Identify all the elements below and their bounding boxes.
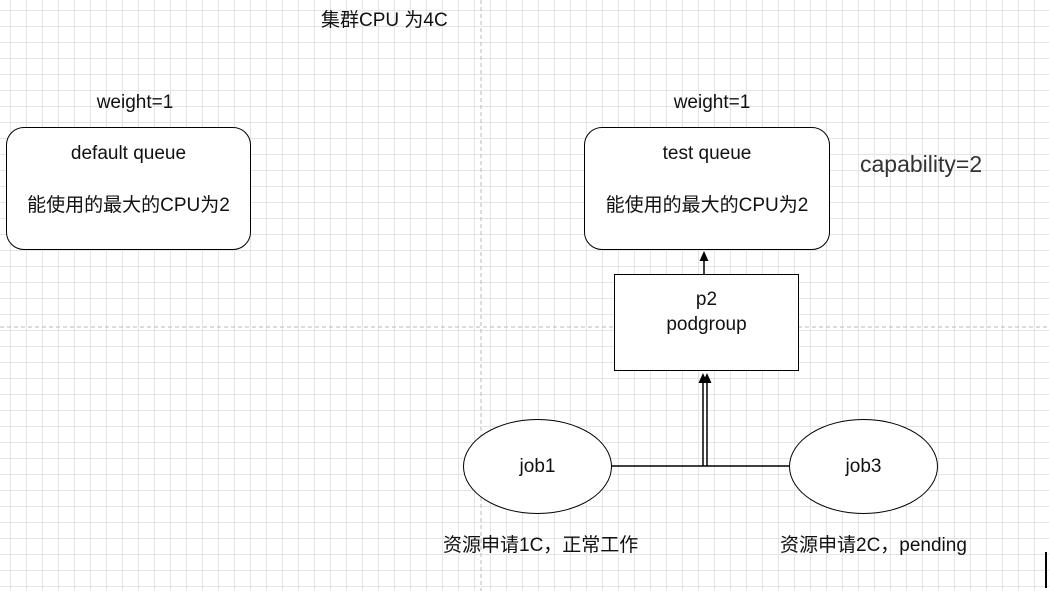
job1-note: 资源申请1C，正常工作 [443, 535, 639, 556]
podgroup-name: p2 [695, 289, 718, 310]
test-queue-weight: weight=1 [673, 92, 751, 113]
podgroup-to-queue-arrowhead [699, 251, 709, 261]
test-queue-name: test queue [662, 143, 752, 164]
job3-label: job3 [845, 455, 882, 477]
test-queue-limit: 能使用的最大的CPU为2 [605, 195, 809, 216]
test-queue-node[interactable]: test queue 能使用的最大的CPU为2 [584, 127, 830, 250]
job1-label: job1 [519, 455, 556, 477]
default-queue-limit: 能使用的最大的CPU为2 [27, 195, 230, 216]
podgroup-type: podgroup [666, 314, 747, 335]
default-queue-weight: weight=1 [96, 92, 174, 113]
test-queue-capability: capability=2 [860, 151, 983, 177]
podgroup-node[interactable]: p2 podgroup [614, 274, 799, 371]
cluster-cpu-title: 集群CPU 为4C [321, 10, 448, 31]
job1-node[interactable]: job1 [463, 419, 612, 514]
job3-note: 资源申请2C，pending [780, 535, 967, 556]
default-queue-node[interactable]: default queue 能使用的最大的CPU为2 [6, 127, 251, 250]
job3-node[interactable]: job3 [789, 419, 938, 514]
default-queue-name: default queue [70, 143, 187, 164]
